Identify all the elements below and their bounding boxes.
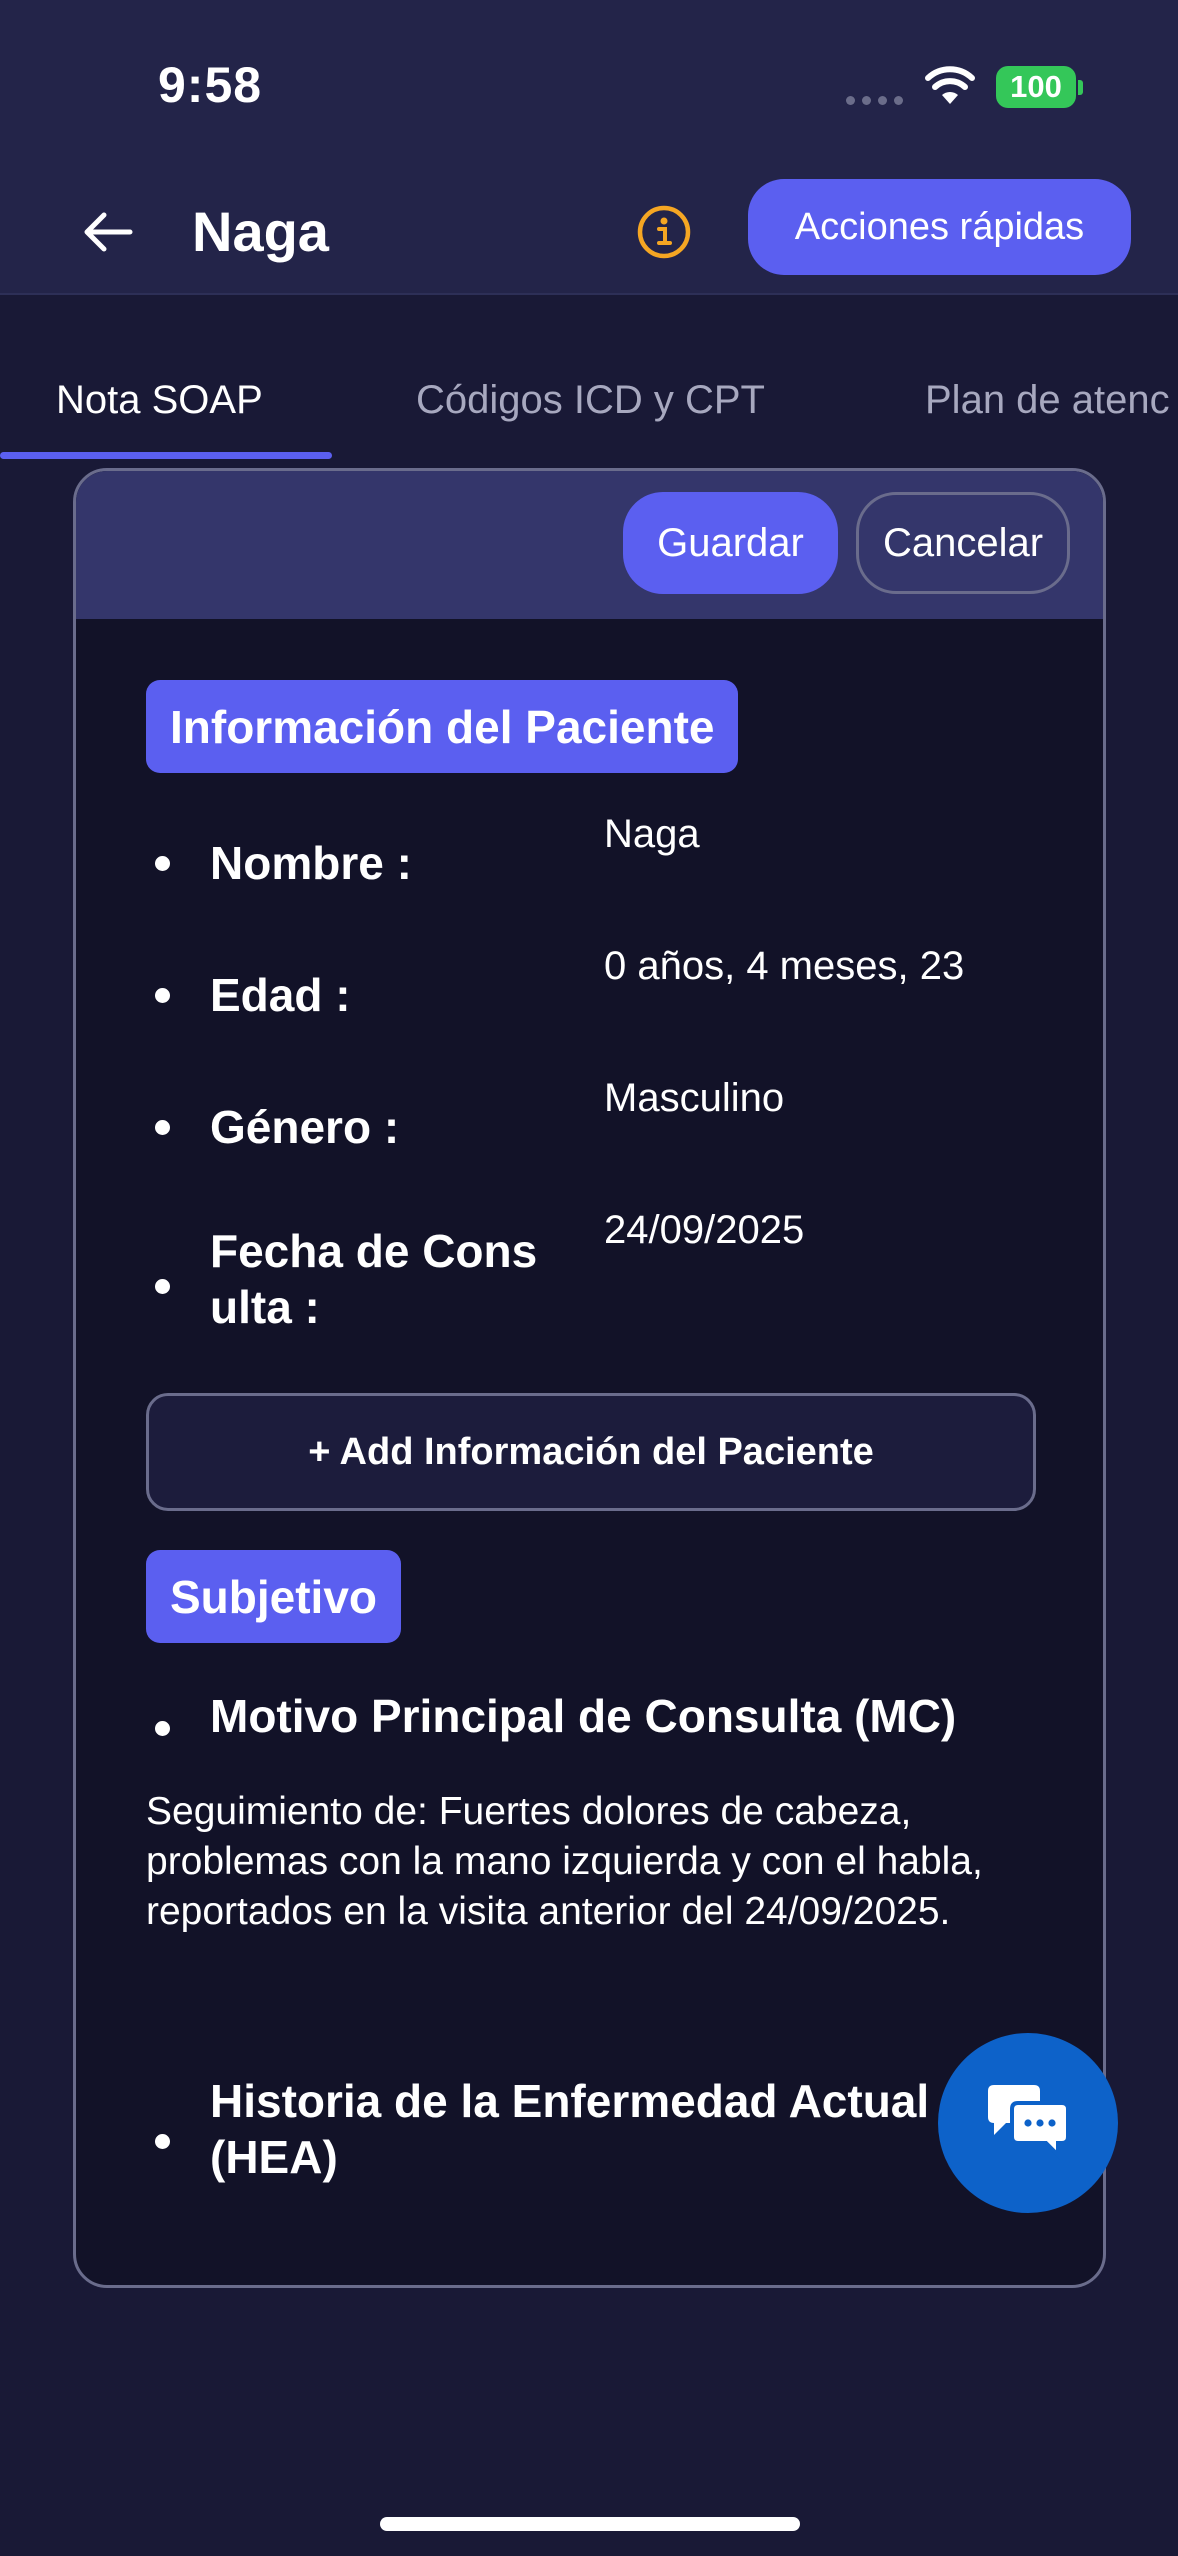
tab-icd-cpt-codes[interactable]: Códigos ICD y CPT [416, 378, 765, 423]
section-title-patient-info: Información del Paciente [146, 680, 739, 773]
home-indicator[interactable] [380, 2517, 800, 2531]
quick-actions-button[interactable]: Acciones rápidas [748, 179, 1131, 275]
section-title-subjective: Subjetivo [146, 1550, 402, 1643]
hpi-label: Historia de la Enfermedad Actual (HEA) [210, 2075, 930, 2183]
save-button[interactable]: Guardar [623, 492, 838, 594]
arrow-left-icon [84, 212, 133, 252]
soap-note-card: Guardar Cancelar Información del Pacient… [73, 468, 1106, 2288]
bullet [155, 856, 170, 871]
bullet [155, 988, 170, 1003]
screen: 9:58 100 Naga Acciones rápidas Nota SOAP… [0, 0, 1178, 2556]
active-tab-indicator [0, 452, 332, 459]
status-time: 9:58 [158, 57, 263, 113]
field-value-age[interactable]: 0 años, 4 meses, 23 [604, 941, 964, 991]
page-title: Naga [192, 200, 329, 263]
chat-button[interactable] [938, 2033, 1118, 2213]
field-label-gender: Género : [210, 1101, 400, 1153]
bullet [155, 2134, 170, 2149]
card-toolbar: Guardar Cancelar [76, 471, 1103, 619]
bullet [155, 1279, 170, 1294]
add-patient-info-button[interactable]: + Add Información del Paciente [146, 1393, 1036, 1511]
chief-complaint-label: Motivo Principal de Consulta (MC) [210, 1690, 957, 1742]
cancel-button[interactable]: Cancelar [856, 492, 1070, 594]
field-label-consult-date: Fecha de Cons ulta : [210, 1225, 538, 1333]
chat-bubbles-icon [988, 2085, 1070, 2160]
field-label-name: Nombre : [210, 837, 412, 889]
field-label-age: Edad : [210, 969, 351, 1021]
battery-indicator: 100 [996, 66, 1076, 108]
wifi-icon [924, 64, 976, 111]
field-value-consult-date[interactable]: 24/09/2025 [604, 1205, 804, 1255]
battery-tip [1078, 80, 1083, 95]
back-button[interactable] [72, 196, 144, 268]
bullet [155, 1721, 170, 1736]
field-value-gender[interactable]: Masculino [604, 1073, 784, 1123]
tab-care-plan[interactable]: Plan de atenc [925, 378, 1170, 423]
cellular-signal-icon [846, 96, 903, 105]
field-value-name[interactable]: Naga [604, 809, 700, 859]
tab-bar: Nota SOAP Códigos ICD y CPT Plan de aten… [0, 340, 1178, 462]
info-circle-icon [637, 205, 691, 259]
bullet [155, 1120, 170, 1135]
tab-soap-note[interactable]: Nota SOAP [56, 378, 263, 423]
info-button[interactable] [632, 200, 696, 264]
chief-complaint-text[interactable]: Seguimiento de: Fuertes dolores de cabez… [146, 1787, 1046, 1937]
app-header: Naga Acciones rápidas [0, 170, 1178, 295]
status-bar: 9:58 100 [0, 0, 1178, 170]
